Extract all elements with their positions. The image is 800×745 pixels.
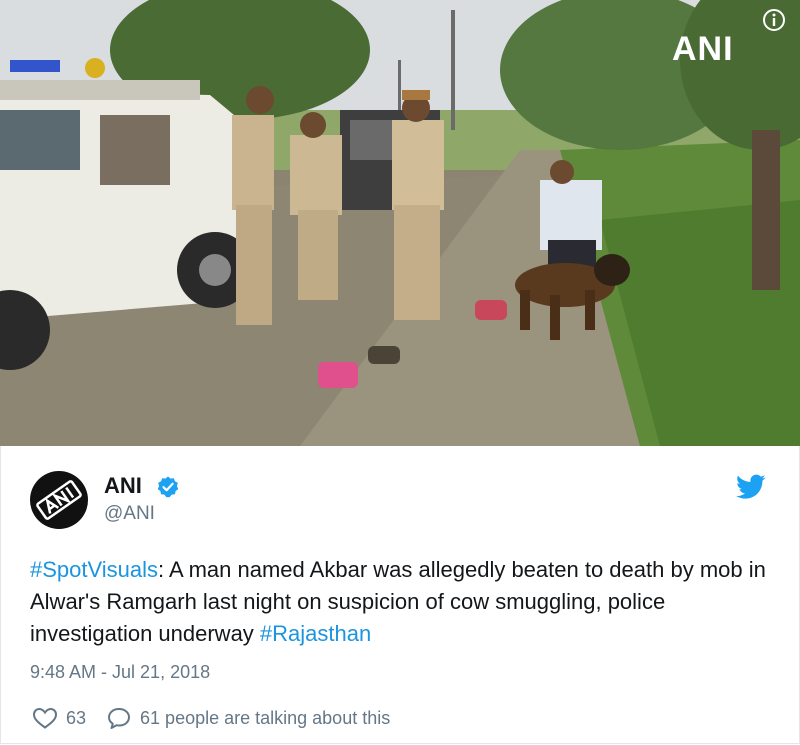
conversation-link[interactable]: 61 people are talking about this bbox=[140, 708, 390, 729]
verified-badge-icon bbox=[157, 476, 179, 498]
info-icon[interactable] bbox=[762, 8, 786, 32]
hashtag-spotvisuals-link[interactable]: #SpotVisuals bbox=[30, 557, 158, 582]
tweet-media-image[interactable]: ANI bbox=[0, 0, 800, 446]
ani-watermark-logo: ANI bbox=[672, 30, 734, 68]
tweet-timestamp-link[interactable]: 9:48 AM - Jul 21, 2018 bbox=[30, 662, 210, 683]
twitter-bird-icon[interactable] bbox=[736, 474, 766, 500]
hashtag-rajasthan-link[interactable]: #Rajasthan bbox=[260, 621, 371, 646]
author-handle[interactable]: @ANI bbox=[104, 503, 155, 525]
tweet-text: #SpotVisuals: A man named Akbar was alle… bbox=[30, 554, 770, 650]
avatar[interactable] bbox=[30, 471, 88, 529]
reply-bubble-icon[interactable] bbox=[106, 706, 132, 730]
tweet-actions: 63 61 people are talking about this bbox=[32, 704, 410, 732]
author-display-name[interactable]: ANI bbox=[104, 473, 142, 499]
heart-icon[interactable] bbox=[32, 706, 58, 730]
like-count: 63 bbox=[66, 707, 87, 728]
